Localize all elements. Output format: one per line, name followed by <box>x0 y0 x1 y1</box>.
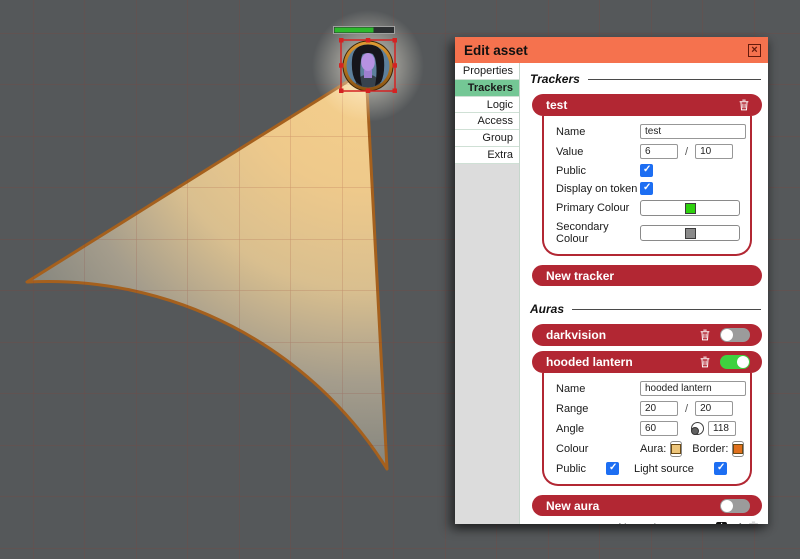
heading-rule <box>588 79 761 80</box>
trash-icon[interactable] <box>699 329 711 341</box>
aura-colour-swatch <box>671 444 681 454</box>
trash-icon[interactable] <box>738 99 750 111</box>
new-aura-label: New aura <box>546 499 720 513</box>
tab-column-filler <box>455 164 519 524</box>
aura-darkvision-header[interactable]: darkvision <box>532 324 762 346</box>
auras-heading-text: Auras <box>530 302 564 316</box>
new-tracker-button[interactable]: New tracker <box>532 265 762 286</box>
display-on-token-label: Display on token <box>556 183 640 195</box>
tab-logic[interactable]: Logic <box>455 97 519 114</box>
new-tracker-label: New tracker <box>546 269 750 283</box>
tab-group[interactable]: Group <box>455 130 519 147</box>
new-aura-toggle[interactable] <box>720 499 750 513</box>
public-label: Public <box>556 165 640 177</box>
aura-enabled-toggle[interactable] <box>720 355 750 369</box>
new-aura-button[interactable]: New aura <box>532 495 762 516</box>
close-icon[interactable]: × <box>748 44 761 57</box>
tab-column: Properties Trackers Logic Access Group E… <box>455 63 520 524</box>
direction-dial[interactable] <box>691 422 704 435</box>
tracker-title: test <box>546 98 738 112</box>
tracker-value-input[interactable] <box>640 144 678 159</box>
aura-colour-label: Aura: <box>640 443 666 455</box>
trackers-heading-text: Trackers <box>530 72 580 86</box>
character-token[interactable] <box>343 41 394 92</box>
aura-card-body: Name Range / Angle <box>542 373 752 486</box>
token-health-bar <box>334 27 395 34</box>
app-stage: Edit asset × Properties Trackers Logic A… <box>0 0 800 559</box>
value-label: Value <box>556 146 640 158</box>
colour-label: Colour <box>556 443 640 455</box>
aura-enabled-toggle[interactable] <box>720 328 750 342</box>
variant-bar: ‹ No variant › + <box>526 516 765 524</box>
dialog-content: Trackers test Name <box>520 63 768 524</box>
light-source-checkbox[interactable] <box>714 462 727 475</box>
auras-section-heading: Auras <box>530 302 761 316</box>
next-variant-chevron[interactable]: › <box>689 520 693 524</box>
aura-range-input[interactable] <box>640 401 678 416</box>
tracker-card-body: Name Value / Public Display on tok <box>542 116 752 256</box>
dialog-title: Edit asset <box>464 43 528 58</box>
tab-access[interactable]: Access <box>455 113 519 130</box>
border-colour-button[interactable] <box>732 441 744 457</box>
public-label: Public <box>556 463 606 475</box>
aura-public-checkbox[interactable] <box>606 462 619 475</box>
dialog-body: Properties Trackers Logic Access Group E… <box>455 63 768 524</box>
edit-asset-dialog: Edit asset × Properties Trackers Logic A… <box>455 37 768 524</box>
aura-angle-input[interactable] <box>640 421 678 436</box>
tab-extra[interactable]: Extra <box>455 147 519 164</box>
health-bar-fill <box>335 28 374 33</box>
border-colour-label: Border: <box>692 443 728 455</box>
name-label: Name <box>556 383 640 395</box>
tracker-max-input[interactable] <box>695 144 733 159</box>
aura-title: darkvision <box>546 328 699 342</box>
aura-colour-button[interactable] <box>670 441 682 457</box>
tracker-name-input[interactable] <box>640 124 746 139</box>
angle-row: Angle <box>556 421 740 436</box>
prev-variant-chevron[interactable]: ‹ <box>598 520 602 524</box>
angle-label: Angle <box>556 423 640 435</box>
tab-trackers[interactable]: Trackers <box>455 80 519 97</box>
secondary-colour-swatch <box>685 228 696 239</box>
trackers-section-heading: Trackers <box>530 72 761 86</box>
aura-hooded-lantern-header[interactable]: hooded lantern <box>532 351 762 373</box>
tab-properties[interactable]: Properties <box>455 63 519 80</box>
public-row: Public <box>556 164 740 177</box>
add-variant-icon[interactable]: + <box>716 522 727 525</box>
heading-rule <box>572 309 761 310</box>
public-checkbox[interactable] <box>640 164 653 177</box>
aura-range-max-input[interactable] <box>695 401 733 416</box>
name-label: Name <box>556 126 640 138</box>
public-light-row: Public Light source <box>556 462 740 475</box>
aura-name-input[interactable] <box>640 381 746 396</box>
secondary-colour-row: Secondary Colour <box>556 221 740 245</box>
dialog-header[interactable]: Edit asset × <box>455 37 768 63</box>
name-row: Name <box>556 381 740 396</box>
value-row: Value / <box>556 144 740 159</box>
secondary-colour-label: Secondary Colour <box>556 221 640 245</box>
token-portrait <box>352 44 384 90</box>
colour-row: Colour Aura: Border: <box>556 441 740 457</box>
edit-variant-icon[interactable] <box>731 521 743 524</box>
range-label: Range <box>556 403 640 415</box>
trash-icon[interactable] <box>699 356 711 368</box>
aura-direction-input[interactable] <box>708 421 736 436</box>
light-source-label: Light source <box>634 463 694 475</box>
value-separator: / <box>685 146 688 158</box>
display-on-token-row: Display on token <box>556 182 740 195</box>
border-colour-swatch <box>733 444 743 454</box>
aura-title: hooded lantern <box>546 355 699 369</box>
primary-colour-row: Primary Colour <box>556 200 740 216</box>
display-on-token-checkbox[interactable] <box>640 182 653 195</box>
range-separator: / <box>685 403 688 415</box>
delete-variant-icon[interactable] <box>747 521 759 524</box>
secondary-colour-button[interactable] <box>640 225 740 241</box>
variant-label: No variant <box>618 521 673 525</box>
name-row: Name <box>556 124 740 139</box>
variant-icons: + <box>716 521 759 524</box>
range-row: Range / <box>556 401 740 416</box>
primary-colour-swatch <box>685 203 696 214</box>
primary-colour-label: Primary Colour <box>556 202 640 214</box>
primary-colour-button[interactable] <box>640 200 740 216</box>
tracker-card-header[interactable]: test <box>532 94 762 116</box>
